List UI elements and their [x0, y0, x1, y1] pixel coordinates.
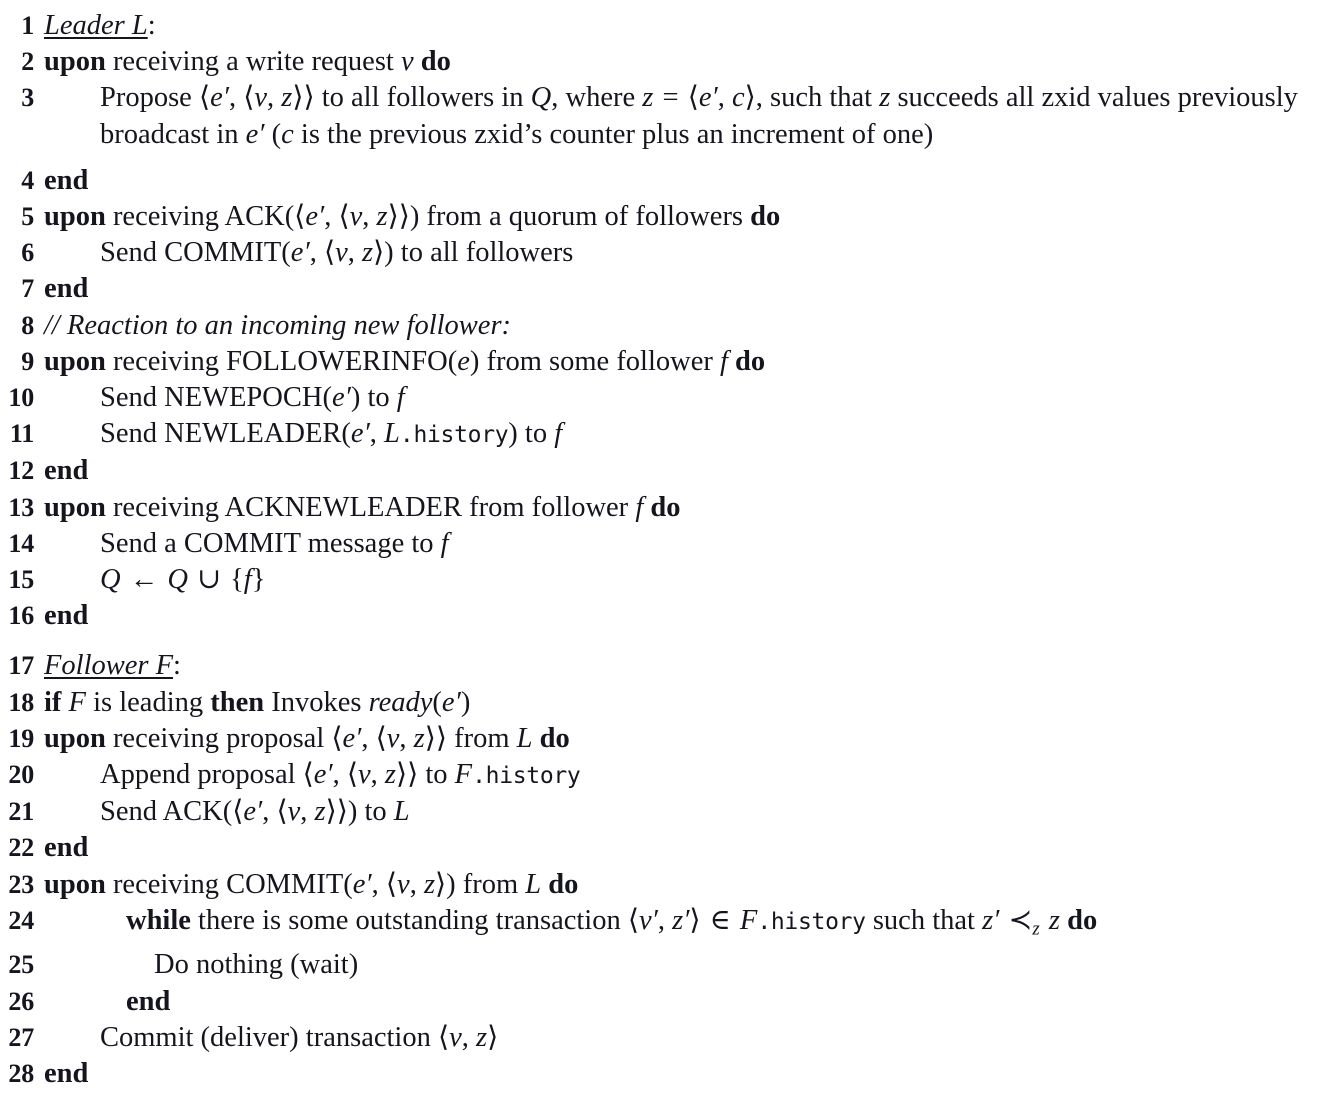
- line-code: end: [44, 1057, 89, 1089]
- line-code: Send NEWEPOCH(e′) to f: [100, 382, 405, 414]
- algorithm-line: 15 Q ← Q ∪ {f}: [0, 562, 1332, 598]
- line-code: Send NEWLEADER(e′, L.history) to f: [100, 418, 563, 450]
- line-number: 16: [8, 601, 34, 631]
- line-code: Send a COMMIT message to f: [100, 527, 449, 559]
- algorithm-line: 22 end: [0, 830, 1332, 866]
- line-code: Append proposal ⟨e′, ⟨v, z⟩⟩ to F.histor…: [100, 759, 581, 791]
- algorithm-line: 13 upon receiving ACKNEWLEADER from follo…: [0, 490, 1332, 526]
- line-code: while there is some outstanding transact…: [126, 904, 1098, 940]
- line-number: 5: [21, 202, 34, 232]
- line-number: 1: [21, 11, 34, 40]
- line-number: 22: [8, 833, 34, 863]
- line-number: 2: [21, 47, 34, 77]
- algorithm-line: 14 Send a COMMIT message to f: [0, 526, 1332, 562]
- line-number: 27: [8, 1022, 34, 1052]
- algorithm-line: 16 end: [0, 598, 1332, 634]
- line-number: 10: [8, 383, 34, 413]
- algorithm-line: 23 upon receiving COMMIT(e′, ⟨v, z⟩) from…: [0, 867, 1332, 903]
- algorithm-line: 17 Follower F:: [0, 648, 1332, 684]
- algorithm-line: 21 Send ACK(⟨e′, ⟨v, z⟩⟩) to L: [0, 794, 1332, 830]
- line-code: Send ACK(⟨e′, ⟨v, z⟩⟩) to L: [100, 796, 410, 828]
- line-code: upon receiving ACKNEWLEADER from followe…: [44, 491, 681, 523]
- line-number: 13: [8, 492, 34, 522]
- line-number: 25: [8, 950, 34, 980]
- algorithm-line: 3 Propose ⟨e′, ⟨v, z⟩⟩ to all followers i…: [0, 80, 1332, 152]
- algorithm-line: 19 upon receiving proposal ⟨e′, ⟨v, z⟩⟩ f…: [0, 721, 1332, 757]
- line-number: 20: [8, 760, 34, 790]
- wrap-gap: [0, 153, 1332, 163]
- line-code: end: [44, 600, 89, 632]
- line-code: Leader L:: [44, 10, 156, 41]
- line-code: upon receiving FOLLOWERINFO(e) from some…: [44, 345, 766, 377]
- line-code: upon receiving proposal ⟨e′, ⟨v, z⟩⟩ fro…: [44, 722, 570, 754]
- line-number: 17: [8, 651, 34, 681]
- line-code: Send COMMIT(e′, ⟨v, z⟩) to all followers: [100, 237, 574, 269]
- algorithm-line: 5 upon receiving ACK(⟨e′, ⟨v, z⟩⟩) from a…: [0, 199, 1332, 235]
- line-number: 26: [8, 986, 34, 1016]
- line-number: 12: [8, 456, 34, 486]
- line-number: 18: [8, 687, 34, 717]
- line-number: 3: [21, 83, 34, 113]
- algorithm-line: 8 // Reaction to an incoming new follower…: [0, 308, 1332, 344]
- line-number: 19: [8, 723, 34, 753]
- line-code: // Reaction to an incoming new follower:: [44, 309, 512, 341]
- line-code: upon receiving a write request v do: [44, 46, 451, 78]
- line-code: upon receiving ACK(⟨e′, ⟨v, z⟩⟩) from a …: [44, 201, 781, 233]
- line-code: end: [44, 164, 89, 196]
- algorithm-line: 4 end: [0, 163, 1332, 199]
- algorithm-line: 2 upon receiving a write request v do: [0, 44, 1332, 80]
- line-number: 8: [21, 310, 34, 340]
- line-number: 7: [21, 274, 34, 304]
- algorithm-line: 12 end: [0, 453, 1332, 489]
- algorithm-line: 20 Append proposal ⟨e′, ⟨v, z⟩⟩ to F.hist…: [0, 757, 1332, 794]
- line-number: 9: [21, 346, 34, 376]
- line-number: 4: [21, 165, 34, 195]
- algorithm-line: 6 Send COMMIT(e′, ⟨v, z⟩) to all follower…: [0, 235, 1332, 271]
- line-number: 11: [9, 419, 34, 449]
- line-code: Follower F:: [44, 650, 181, 682]
- algorithm-pseudocode-block: 1 Leader L: 2 upon receiving a write reques…: [0, 0, 1332, 1092]
- line-code: end: [126, 985, 171, 1017]
- algorithm-line: 1 Leader L:: [0, 8, 1332, 44]
- line-code: Commit (deliver) transaction ⟨v, z⟩: [100, 1021, 499, 1053]
- algorithm-line: 18 if F is leading then Invokes ready(e′): [0, 685, 1332, 721]
- line-number: 6: [21, 238, 34, 268]
- algorithm-line: 24 while there is some outstanding transa…: [0, 903, 1332, 947]
- line-number: 21: [8, 797, 34, 827]
- line-number: 14: [8, 528, 34, 558]
- line-number: 15: [8, 565, 34, 595]
- line-code: Do nothing (wait): [154, 949, 359, 981]
- algorithm-line: 27 Commit (deliver) transaction ⟨v, z⟩: [0, 1020, 1332, 1056]
- algorithm-line: 9 upon receiving FOLLOWERINFO(e) from som…: [0, 344, 1332, 380]
- line-number: 24: [8, 905, 34, 935]
- line-code: upon receiving COMMIT(e′, ⟨v, z⟩) from L…: [44, 868, 579, 900]
- algorithm-line: 25 Do nothing (wait): [0, 947, 1332, 983]
- algorithm-line: 11 Send NEWLEADER(e′, L.history) to f: [0, 416, 1332, 453]
- line-code: end: [44, 273, 89, 305]
- line-code: if F is leading then Invokes ready(e′): [44, 686, 471, 718]
- algorithm-line: 26 end: [0, 984, 1332, 1020]
- line-code: Propose ⟨e′, ⟨v, z⟩⟩ to all followers in…: [100, 82, 1298, 150]
- line-code: end: [44, 455, 89, 487]
- algorithm-line: 7 end: [0, 271, 1332, 307]
- line-code: Q ← Q ∪ {f}: [100, 564, 266, 596]
- algorithm-line: 28 end: [0, 1056, 1332, 1092]
- line-number: 28: [8, 1058, 34, 1088]
- line-code: end: [44, 832, 89, 864]
- algorithm-line: 10 Send NEWEPOCH(e′) to f: [0, 380, 1332, 416]
- line-number: 23: [8, 869, 34, 899]
